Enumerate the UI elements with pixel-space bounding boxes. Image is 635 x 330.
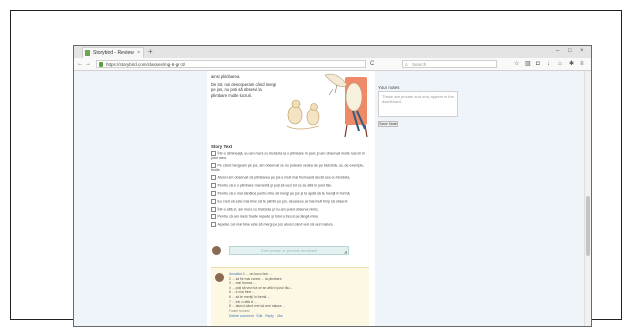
story-line: Pentru că e mai sănătos pentru tine să m…	[211, 191, 371, 196]
url-text: https://storybird.com/classes/mg-6-gr-3/	[106, 62, 186, 67]
comment-text: 1 ... un lucru bun ...	[242, 272, 272, 276]
story-illustration: ainsi plimbarea. De tot, noi descoperam …	[207, 71, 375, 139]
story-line: Într-o altă zi, am mers cu bicicleta şi …	[211, 206, 371, 212]
bookmark-star-icon[interactable]: ☆	[514, 59, 519, 69]
story-line-text: Într-o altă zi, am mers cu bicicleta şi …	[217, 207, 319, 212]
story-line-text: Atunci am observat că plimbarea pe jos e…	[217, 175, 351, 180]
reload-icon[interactable]: C	[370, 59, 374, 69]
story-line-text: Aşadar, cel mai bine este să mergi pe jo…	[217, 222, 334, 227]
tab-close-icon[interactable]: ×	[137, 48, 140, 58]
library-icon[interactable]: ▥	[525, 59, 531, 69]
forward-icon[interactable]: →	[85, 59, 91, 69]
screenshot-frame: Storybird - Review × + – □ × ← → https:/…	[10, 10, 622, 327]
reply-link[interactable]: Reply	[265, 314, 274, 318]
browser-window: Storybird - Review × + – □ × ← → https:/…	[73, 45, 592, 327]
story-text-heading: Story Text	[211, 144, 233, 149]
story-line: Pe când mergeam pe jos, am observat ce n…	[211, 163, 371, 172]
duck-figure	[306, 108, 320, 126]
address-bar[interactable]: https://storybird.com/classes/mg-6-gr-3/	[96, 60, 366, 68]
story-line: Atunci am observat că plimbarea pe jos e…	[211, 175, 371, 181]
edit-link[interactable]: Edit	[257, 314, 263, 318]
page-content: ainsi plimbarea. De tot, noi descoperam …	[74, 71, 591, 326]
browser-tab[interactable]: Storybird - Review ×	[82, 47, 144, 58]
tab-bar: Storybird - Review × + – □ ×	[74, 46, 591, 58]
save-note-button[interactable]: Save Note	[378, 121, 398, 127]
character-body	[345, 82, 363, 112]
line-marker-icon[interactable]	[211, 191, 216, 196]
feedback-placeholder: Give praise or provide feedback	[260, 248, 318, 253]
story-text-list: Într-o dimineaţă, eu am mers cu biciclet…	[211, 151, 371, 230]
story-line-text: Eu cred că este mai bine să te plimbi pe…	[217, 199, 349, 204]
line-marker-icon[interactable]	[211, 214, 216, 220]
story-line: Eu cred că este mai bine să te plimbi pe…	[211, 198, 371, 204]
search-icon: ⌕	[405, 62, 408, 68]
like-link[interactable]: Like	[277, 314, 283, 318]
notes-textarea[interactable]: These are private and only appear in the…	[378, 91, 458, 117]
lock-icon	[99, 62, 103, 67]
line-marker-icon[interactable]	[211, 198, 216, 204]
avatar	[215, 273, 224, 282]
close-window-icon[interactable]: ×	[580, 46, 584, 57]
minimize-icon[interactable]: –	[556, 46, 559, 57]
scrollbar-thumb[interactable]	[586, 196, 590, 256]
storybird-favicon-icon	[85, 50, 90, 56]
comment-actions: Delete comment Edit Reply Like	[229, 314, 365, 319]
home-icon[interactable]: ⌂	[558, 59, 562, 69]
story-line: Într-o dimineaţă, eu am mers cu biciclet…	[211, 151, 371, 160]
notes-sidebar: Your notes These are private and only ap…	[376, 71, 466, 181]
story-line: Aşadar, cel mai bine este să mergi pe jo…	[211, 222, 371, 228]
page-scrollbar[interactable]	[584, 71, 591, 326]
notes-label: Your notes	[378, 85, 400, 90]
nav-bar: ← → https://storybird.com/classes/mg-6-g…	[74, 58, 591, 71]
story-line-text: Pentru că e mai sănătos pentru tine să m…	[217, 191, 351, 196]
comment-body: Annalisa 1 ... un lucru bun ... 2 ... să…	[229, 272, 365, 319]
new-tab-icon[interactable]: +	[148, 46, 153, 57]
comment-footer: Foarte frumos!	[229, 308, 250, 313]
download-icon[interactable]: ↓	[547, 59, 550, 69]
notes-placeholder: These are private and only appear in the…	[382, 94, 454, 104]
resize-handle-icon[interactable]: ◢	[344, 250, 347, 254]
maximize-icon[interactable]: □	[568, 46, 572, 57]
extension-icon[interactable]: ✱	[569, 59, 574, 69]
menu-icon[interactable]: ≡	[580, 59, 584, 69]
story-line-text: Pentru că am mers foarte repede şi totul…	[217, 214, 320, 219]
comment-author[interactable]: Annalisa	[229, 272, 242, 276]
duck-figure	[287, 105, 303, 125]
comment-card: Annalisa 1 ... un lucru bun ... 2 ... să…	[211, 267, 369, 326]
ground-line	[286, 125, 320, 130]
line-marker-icon[interactable]	[211, 183, 216, 189]
character-head	[324, 73, 348, 87]
story-line: Pentru că am mers foarte repede şi totul…	[211, 214, 371, 220]
duck-head	[310, 103, 318, 111]
avatar	[212, 246, 221, 255]
line-marker-icon[interactable]	[211, 222, 216, 228]
story-line-text: Într-o dimineaţă, eu am mers cu biciclet…	[211, 151, 365, 160]
story-line-text: Pentru că e o plimbare mai lentă şi poţi…	[217, 183, 332, 188]
hand-lines	[328, 84, 338, 96]
line-marker-icon[interactable]	[211, 175, 216, 181]
illustration-art	[286, 73, 368, 138]
back-icon[interactable]: ←	[77, 59, 83, 69]
duck-head	[291, 99, 301, 109]
pocket-icon[interactable]: ◘	[536, 59, 540, 69]
search-placeholder: Search	[412, 62, 427, 67]
line-marker-icon[interactable]	[211, 206, 216, 212]
story-line-text: Pe când mergeam pe jos, am observat ce n…	[211, 163, 365, 173]
feedback-input[interactable]: Give praise or provide feedback ◢	[229, 246, 349, 255]
story-panel: ainsi plimbarea. De tot, noi descoperam …	[207, 71, 375, 326]
tab-title: Storybird - Review	[93, 50, 134, 56]
search-input[interactable]: ⌕ Search	[402, 60, 497, 68]
delete-comment-link[interactable]: Delete comment	[229, 314, 254, 318]
story-line: Pentru că e o plimbare mai lentă şi poţi…	[211, 183, 371, 189]
